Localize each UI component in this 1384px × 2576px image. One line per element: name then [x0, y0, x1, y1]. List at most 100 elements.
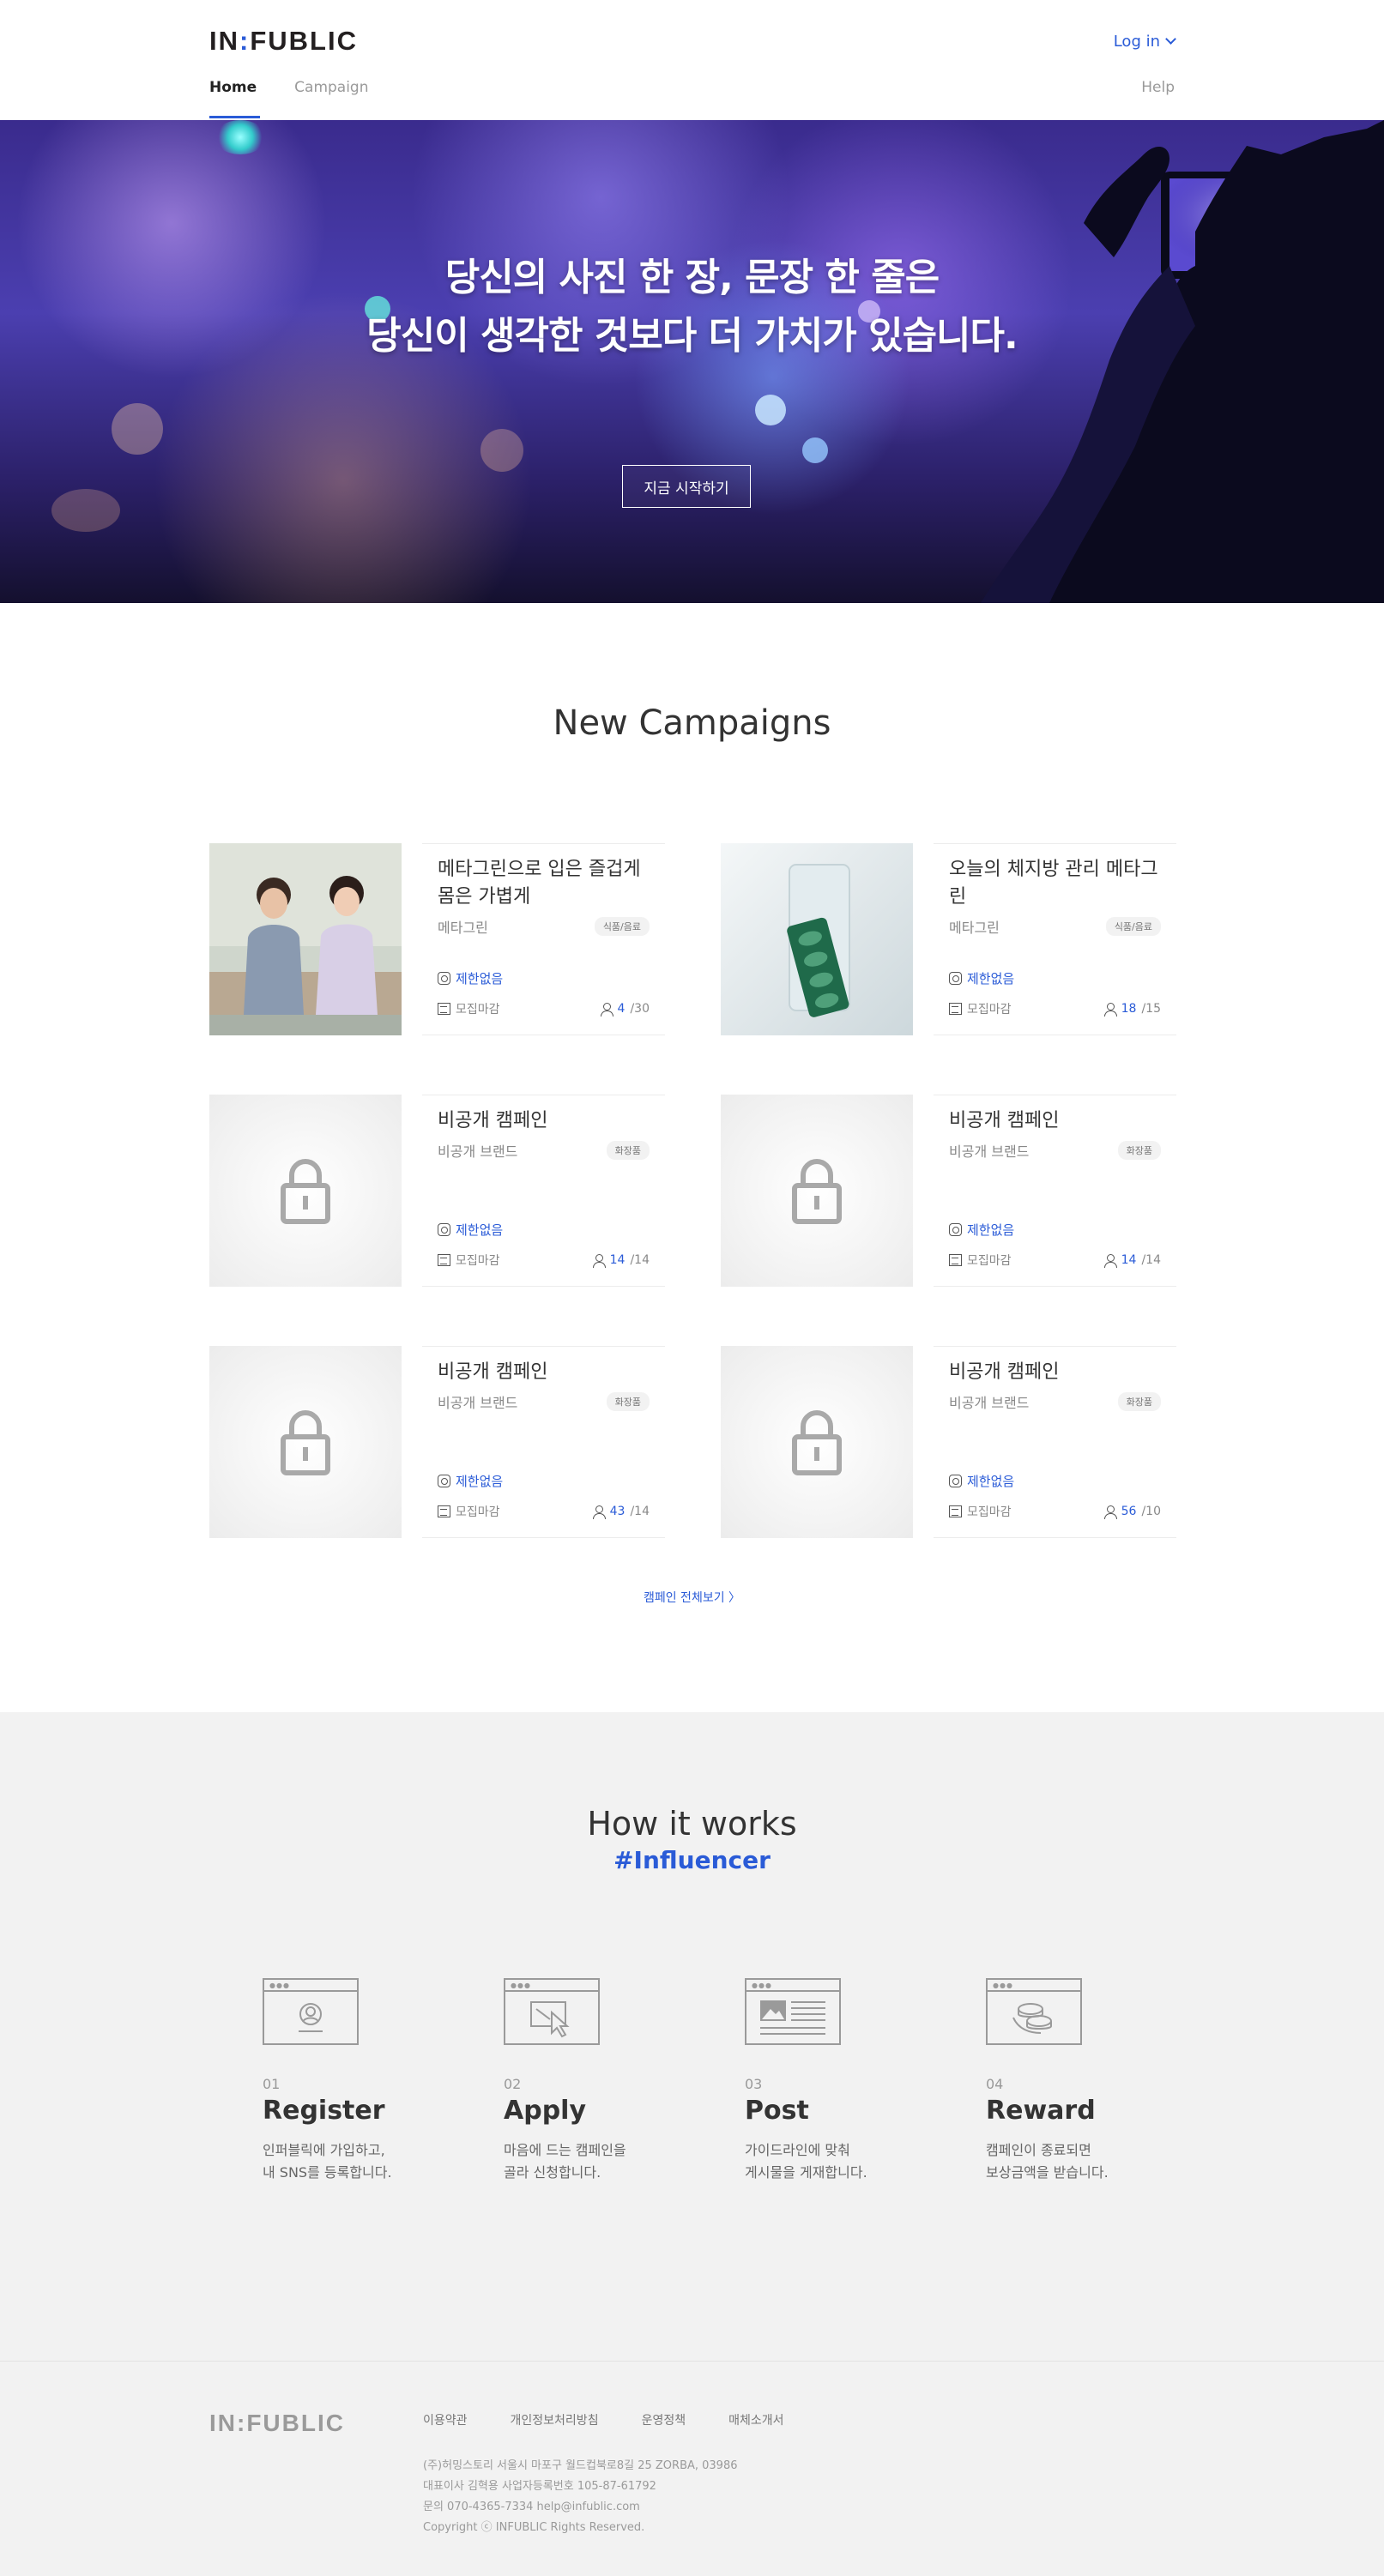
- limit-label: 제한없음: [967, 971, 1015, 986]
- how-subtitle: #Influencer: [613, 1846, 771, 1874]
- how-title: How it works: [587, 1805, 797, 1843]
- campaign-thumbnail[interactable]: [209, 1346, 402, 1538]
- limit-label: 제한없음: [456, 1222, 504, 1238]
- main-nav: Home Campaign: [209, 79, 369, 118]
- campaign-title[interactable]: 메타그린으로 입은 즐겁게 몸은 가볍게: [438, 856, 650, 914]
- campaign-status-row: 모집마감 4/30: [438, 1000, 650, 1017]
- footer-company-info: (주)허밍스토리 서울시 마포구 월드컵북로8길 25 ZORBA, 03986…: [423, 2456, 738, 2538]
- calendar-icon: [438, 1254, 450, 1266]
- campaign-card[interactable]: 오늘의 체지방 관리 메타그린 메타그린 식품/음료 제한없음 모집마감 18/…: [721, 843, 1176, 1035]
- campaign-brand: 비공개 브랜드: [438, 1395, 518, 1411]
- campaign-status-row: 모집마감 43/14: [438, 1503, 650, 1520]
- step-name: Apply: [504, 2096, 587, 2126]
- person-icon: [1103, 1505, 1117, 1519]
- see-all-campaigns-link[interactable]: 캠페인 전체보기 〉: [0, 1589, 1384, 1606]
- site-logo[interactable]: IN:FUBLIC: [209, 26, 358, 57]
- step-description-line2: 게시물을 게재합니다.: [745, 2164, 867, 2181]
- campaign-brand: 비공개 브랜드: [438, 1143, 518, 1160]
- limit-label: 제한없음: [456, 1474, 504, 1489]
- category-tag: 화장품: [1117, 1392, 1161, 1411]
- bokeh-light: [51, 489, 120, 532]
- category-tag: 식품/음료: [1105, 917, 1161, 936]
- campaign-card[interactable]: 비공개 캠페인 비공개 브랜드 화장품 제한없음 모집마감 43/14: [209, 1346, 665, 1538]
- limit-label: 제한없음: [967, 1474, 1015, 1489]
- footer-link-terms[interactable]: 이용약관: [423, 2411, 468, 2428]
- campaign-card[interactable]: 메타그린으로 입은 즐겁게 몸은 가볍게 메타그린 식품/음료 제한없음 모집마…: [209, 843, 665, 1035]
- how-it-works-section: How it works #Influencer ●●● 01 Register…: [0, 1712, 1384, 2361]
- category-tag: 화장품: [606, 1141, 650, 1160]
- campaign-brand-row: 메타그린 식품/음료: [438, 916, 650, 937]
- campaign-thumbnail[interactable]: [209, 1095, 402, 1287]
- step-name: Post: [745, 2096, 809, 2126]
- bokeh-light: [215, 120, 266, 154]
- step-number: 02: [504, 2076, 522, 2092]
- article-icon: ●●●: [745, 1978, 841, 2045]
- help-link[interactable]: Help: [1141, 79, 1175, 96]
- applicant-count: 56: [1121, 1505, 1137, 1518]
- campaign-info: 메타그린으로 입은 즐겁게 몸은 가볍게 메타그린 식품/음료 제한없음 모집마…: [422, 843, 665, 1035]
- campaign-thumbnail[interactable]: [721, 843, 913, 1035]
- step-description-line2: 내 SNS를 등록합니다.: [263, 2164, 392, 2181]
- hero-banner: 당신의 사진 한 장, 문장 한 줄은 당신이 생각한 것보다 더 가치가 있습…: [0, 120, 1384, 603]
- applicant-count: 18: [1121, 1002, 1137, 1016]
- person-icon: [1103, 1002, 1117, 1017]
- footer-link-media-kit[interactable]: 매체소개서: [728, 2411, 783, 2428]
- campaign-title[interactable]: 비공개 캠페인: [438, 1107, 650, 1138]
- campaign-info: 오늘의 체지방 관리 메타그린 메타그린 식품/음료 제한없음 모집마감 18/…: [934, 843, 1176, 1035]
- step-reward: ●●● 04 Reward 캠페인이 종료되면 보상금액을 받습니다.: [986, 1978, 1192, 2184]
- campaign-title[interactable]: 비공개 캠페인: [949, 1359, 1161, 1390]
- site-header: IN:FUBLIC Log in Home Campaign Help: [0, 0, 1384, 120]
- instagram-icon: [438, 1223, 450, 1236]
- campaign-status-row: 모집마감 56/10: [949, 1503, 1161, 1520]
- logo-colon: :: [239, 26, 251, 56]
- coins-icon: ●●●: [986, 1978, 1082, 2045]
- campaign-brand-row: 비공개 브랜드 화장품: [949, 1140, 1161, 1161]
- capacity-count: /14: [1141, 1253, 1161, 1267]
- step-apply: ●●● 02 Apply 마음에 드는 캠페인을 골라 신청합니다.: [504, 1978, 710, 2184]
- footer-link-privacy[interactable]: 개인정보처리방침: [511, 2411, 599, 2428]
- category-tag: 식품/음료: [594, 917, 650, 936]
- nav-home[interactable]: Home: [209, 79, 261, 118]
- instagram-icon: [949, 1475, 962, 1487]
- campaign-title[interactable]: 비공개 캠페인: [438, 1359, 650, 1390]
- person-icon: [592, 1505, 606, 1519]
- campaign-title[interactable]: 오늘의 체지방 관리 메타그린: [949, 856, 1161, 914]
- hero-headline-line1: 당신의 사진 한 장, 문장 한 줄은: [444, 256, 940, 299]
- footer-link-policy[interactable]: 운영정책: [642, 2411, 686, 2428]
- instagram-icon: [949, 972, 962, 985]
- footer-links: 이용약관 개인정보처리방침 운영정책 매체소개서: [423, 2411, 784, 2428]
- capacity-count: /14: [630, 1253, 650, 1267]
- footer-logo[interactable]: IN:FUBLIC: [209, 2410, 345, 2437]
- campaign-brand: 비공개 브랜드: [949, 1395, 1030, 1411]
- login-button[interactable]: Log in: [1113, 33, 1176, 51]
- step-description-line1: 캠페인이 종료되면: [986, 2142, 1091, 2158]
- lock-icon: [721, 1095, 913, 1287]
- login-label: Log in: [1113, 33, 1160, 51]
- campaign-thumbnail[interactable]: [209, 843, 402, 1035]
- calendar-icon: [949, 1254, 962, 1266]
- step-description: 캠페인이 종료되면 보상금액을 받습니다.: [986, 2139, 1192, 2184]
- capacity-count: /15: [1141, 1002, 1161, 1016]
- campaign-brand: 메타그린: [438, 920, 488, 936]
- site-footer: IN:FUBLIC 이용약관 개인정보처리방침 운영정책 매체소개서 (주)허밍…: [0, 2361, 1384, 2576]
- campaign-thumbnail[interactable]: [721, 1095, 913, 1287]
- calendar-icon: [949, 1003, 962, 1015]
- campaign-card[interactable]: 비공개 캠페인 비공개 브랜드 화장품 제한없음 모집마감 14/14: [209, 1095, 665, 1287]
- instagram-icon: [438, 972, 450, 985]
- campaign-title[interactable]: 비공개 캠페인: [949, 1107, 1161, 1138]
- nav-campaign[interactable]: Campaign: [294, 79, 368, 118]
- applicant-count: 14: [1121, 1253, 1137, 1267]
- campaign-thumbnail[interactable]: [721, 1346, 913, 1538]
- campaign-card[interactable]: 비공개 캠페인 비공개 브랜드 화장품 제한없음 모집마감 14/14: [721, 1095, 1176, 1287]
- campaign-brand-row: 비공개 브랜드 화장품: [949, 1391, 1161, 1412]
- step-name: Register: [263, 2096, 385, 2126]
- step-description-line2: 골라 신청합니다.: [504, 2164, 601, 2181]
- campaign-card[interactable]: 비공개 캠페인 비공개 브랜드 화장품 제한없음 모집마감 56/10: [721, 1346, 1176, 1538]
- step-description-line1: 인퍼블릭에 가입하고,: [263, 2142, 385, 2158]
- lock-icon: [721, 1346, 913, 1538]
- lock-icon: [209, 1346, 402, 1538]
- start-now-button[interactable]: 지금 시작하기: [622, 465, 751, 508]
- campaign-info: 비공개 캠페인 비공개 브랜드 화장품 제한없음 모집마감 14/14: [934, 1095, 1176, 1287]
- hero-headline: 당신의 사진 한 장, 문장 한 줄은 당신이 생각한 것보다 더 가치가 있습…: [0, 249, 1384, 365]
- applicant-count: 4: [617, 1002, 626, 1016]
